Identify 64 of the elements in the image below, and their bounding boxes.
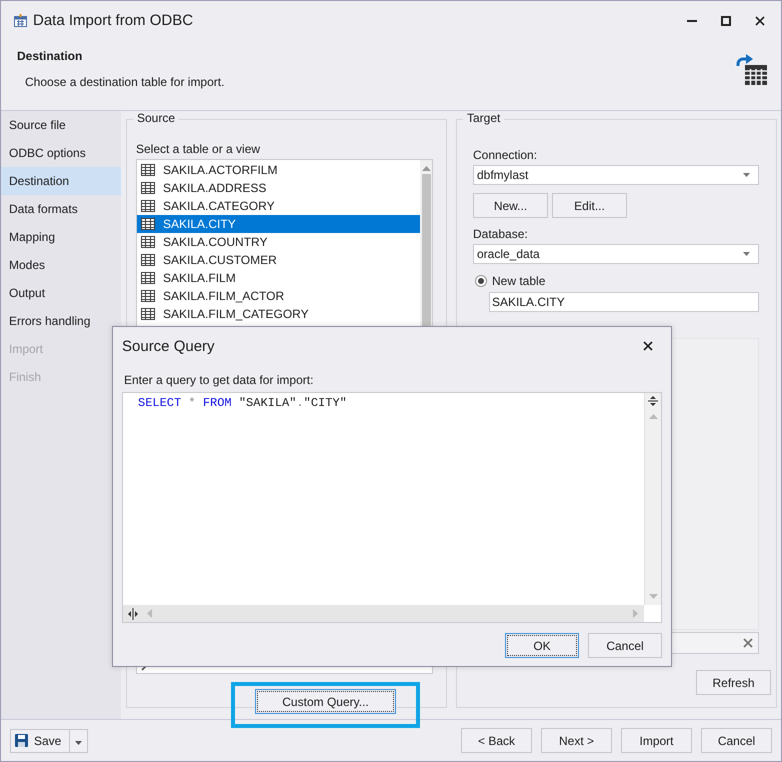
refresh-button[interactable]: Refresh bbox=[696, 670, 771, 695]
custom-query-button[interactable]: Custom Query... bbox=[255, 689, 396, 714]
cancel-button[interactable]: Cancel bbox=[588, 633, 662, 658]
table-name-field[interactable]: SAKILA.CITY bbox=[489, 292, 759, 312]
table-icon bbox=[141, 164, 155, 176]
code-line: SELECT * FROM "SAKILA"."CITY" bbox=[137, 395, 348, 410]
sidebar-item[interactable]: Source file bbox=[1, 111, 121, 139]
dialog-title: Source Query bbox=[122, 338, 215, 354]
split-icon[interactable] bbox=[647, 395, 659, 407]
table-icon bbox=[141, 236, 155, 248]
cancel-button[interactable]: Cancel bbox=[701, 728, 772, 753]
split-icon[interactable] bbox=[127, 608, 139, 620]
import-button[interactable]: Import bbox=[621, 728, 692, 753]
sidebar-item[interactable]: Destination bbox=[1, 167, 121, 195]
app-icon bbox=[14, 14, 27, 27]
table-icon bbox=[141, 290, 155, 302]
table-item[interactable]: SAKILA.COUNTRY bbox=[137, 233, 420, 251]
table-icon bbox=[141, 182, 155, 194]
table-item[interactable]: SAKILA.CUSTOMER bbox=[137, 251, 420, 269]
table-item[interactable]: SAKILA.FILM_ACTOR bbox=[137, 287, 420, 305]
page-title: Destination bbox=[17, 49, 82, 63]
caret-icon bbox=[75, 740, 82, 744]
sidebar-item[interactable]: ODBC options bbox=[1, 139, 121, 167]
radio-button[interactable] bbox=[475, 275, 487, 287]
sidebar-item[interactable]: Mapping bbox=[1, 223, 121, 251]
sidebar-item[interactable]: Output bbox=[1, 279, 121, 307]
query-editor[interactable]: SELECT * FROM "SAKILA"."CITY" bbox=[122, 392, 662, 623]
field-label: Database: bbox=[473, 227, 529, 241]
scrollbar[interactable] bbox=[644, 393, 661, 605]
caret-icon[interactable] bbox=[743, 173, 750, 177]
group-title: Source bbox=[133, 111, 180, 125]
table-item[interactable]: SAKILA.ADDRESS bbox=[137, 179, 420, 197]
arrow-icon[interactable] bbox=[422, 166, 430, 171]
save-icon bbox=[15, 734, 28, 747]
back-button[interactable]: < Back bbox=[461, 728, 532, 753]
close-icon[interactable] bbox=[643, 341, 653, 351]
table-item[interactable]: SAKILA.FILM bbox=[137, 269, 420, 287]
caret-icon[interactable] bbox=[743, 252, 750, 256]
table-icon bbox=[141, 254, 155, 266]
next-button[interactable]: Next > bbox=[541, 728, 612, 753]
field-label: Connection: bbox=[473, 148, 538, 162]
connection-dropdown[interactable]: dbfmylast bbox=[473, 165, 759, 185]
list-label: Select a table or a view bbox=[136, 142, 260, 156]
window-title: Data Import from ODBC bbox=[33, 12, 194, 29]
table-icon bbox=[141, 200, 155, 212]
table-icon bbox=[141, 308, 155, 320]
table-icon bbox=[141, 272, 155, 284]
scrollbar[interactable] bbox=[123, 605, 644, 622]
table-icon bbox=[141, 218, 155, 230]
table-item[interactable]: SAKILA.FILM_CATEGORY bbox=[137, 305, 420, 323]
prompt-label: Enter a query to get data for import: bbox=[124, 373, 314, 387]
page-description: Choose a destination table for import. bbox=[25, 75, 224, 89]
group-title: Target bbox=[463, 111, 504, 125]
table-item[interactable]: SAKILA.CITY bbox=[137, 215, 420, 233]
radio-label: New table bbox=[492, 274, 546, 288]
sidebar-item[interactable]: Errors handling bbox=[1, 307, 121, 335]
sidebar-item[interactable]: Modes bbox=[1, 251, 121, 279]
sidebar-item[interactable]: Data formats bbox=[1, 195, 121, 223]
table-item[interactable]: SAKILA.CATEGORY bbox=[137, 197, 420, 215]
new-button[interactable]: New... bbox=[473, 193, 548, 218]
ok-button[interactable]: OK bbox=[505, 633, 579, 658]
edit-button[interactable]: Edit... bbox=[552, 193, 627, 218]
database-dropdown[interactable]: oracle_data bbox=[473, 244, 759, 264]
table-item[interactable]: SAKILA.ACTORFILM bbox=[137, 161, 420, 179]
